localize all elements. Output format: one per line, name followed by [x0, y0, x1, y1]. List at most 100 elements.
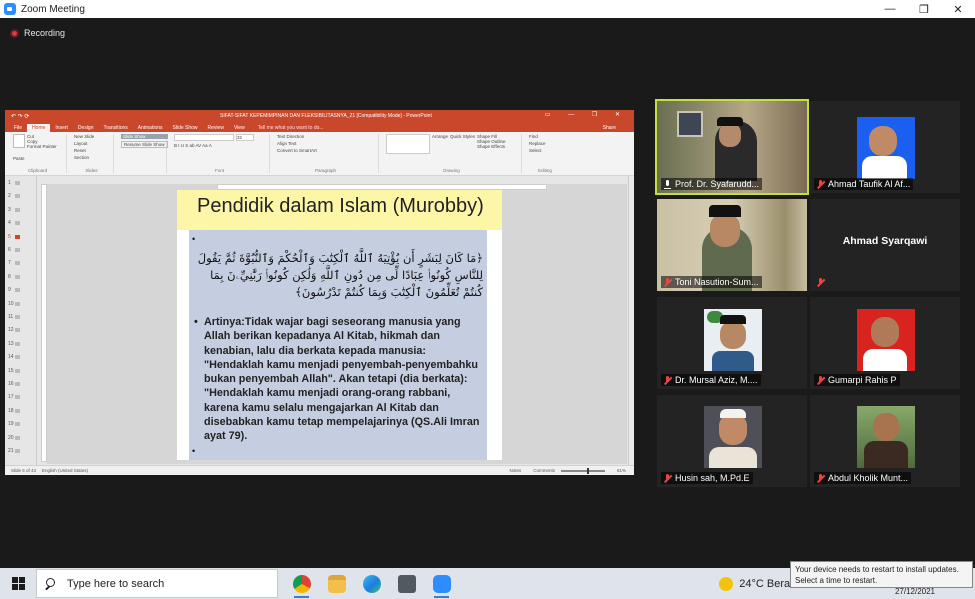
slide-show-button[interactable]: Slide Show [121, 134, 168, 139]
language-indicator[interactable]: English (United States) [42, 468, 88, 473]
participant-tile[interactable]: Ahmad Taufik Al Af... [810, 101, 960, 193]
slide-thumbnail[interactable] [15, 449, 20, 453]
participant-tile[interactable]: Ahmad Syarqawi [810, 199, 960, 291]
zoom-level[interactable]: 61% [617, 468, 626, 473]
tab-insert[interactable]: Insert [50, 124, 73, 132]
minimize-button[interactable]: — [873, 0, 907, 18]
tab-transitions[interactable]: Transitions [99, 124, 133, 132]
slide-thumbnail-number[interactable]: 1 [8, 180, 11, 186]
slide-thumbnail-number[interactable]: 6 [8, 247, 11, 253]
slide-thumbnail[interactable] [15, 395, 20, 400]
participant-tile[interactable]: Prof. Dr. Syafarudd... [655, 99, 809, 195]
recording-indicator[interactable]: Recording [10, 28, 65, 38]
slide-thumbnail-number[interactable]: 10 [8, 301, 14, 307]
tell-me-search[interactable]: Tell me what you want to do... [258, 125, 324, 132]
zoom-taskbar-button[interactable] [424, 568, 459, 599]
slide-thumbnail-number[interactable]: 4 [8, 220, 11, 226]
slide-thumbnail[interactable] [15, 207, 20, 212]
tab-animations[interactable]: Animations [133, 124, 168, 132]
slide-thumbnail-number[interactable]: 19 [8, 421, 14, 427]
text-direction-button[interactable]: Text Direction [277, 134, 374, 139]
update-restart-notification[interactable]: Your device needs to restart to install … [790, 561, 973, 588]
file-explorer-taskbar-button[interactable] [319, 568, 354, 599]
replace-button[interactable]: Replace [529, 141, 561, 146]
font-size-box[interactable]: 32 [236, 134, 254, 141]
slide-thumbnail[interactable] [15, 408, 20, 413]
slide-thumbnail-number[interactable]: 20 [8, 435, 14, 441]
slide-thumbnail-number[interactable]: 12 [8, 327, 14, 333]
font-name-box[interactable] [174, 134, 234, 141]
ppt-quick-access-toolbar[interactable]: ↶ ↷ ⟳ [11, 113, 29, 120]
paste-label[interactable]: Paste [13, 156, 62, 161]
chrome-taskbar-button[interactable] [284, 568, 319, 599]
slide-thumbnail[interactable] [15, 274, 20, 279]
slide-thumbnail-number[interactable]: 14 [8, 354, 14, 360]
slide-thumbnail[interactable] [15, 315, 20, 319]
participant-tile[interactable]: Husin sah, M.Pd.E [657, 395, 807, 487]
tab-design[interactable]: Design [73, 124, 99, 132]
restore-button[interactable]: ❐ [907, 0, 941, 18]
close-button[interactable]: ✕ [941, 0, 975, 18]
share-button[interactable]: Share [603, 125, 616, 132]
slide-thumbnail-number[interactable]: 2 [8, 193, 11, 199]
arrange-button[interactable]: Arrange [432, 134, 448, 154]
slide-thumbnail-number[interactable]: 17 [8, 394, 14, 400]
tab-slide-show[interactable]: Slide Show [168, 124, 203, 132]
slide-thumbnail-number[interactable]: 8 [8, 274, 11, 280]
slide-thumbnail-number[interactable]: 13 [8, 341, 14, 347]
slide-title[interactable]: Pendidik dalam Islam (Murobby) [197, 195, 484, 218]
font-format-buttons[interactable]: B I U S ab AV Aa A [174, 143, 212, 148]
slide-thumbnail[interactable] [15, 221, 20, 226]
quick-styles-button[interactable]: Quick Styles [450, 134, 475, 154]
slide-thumbnail[interactable] [15, 341, 20, 346]
notes-button[interactable]: Notes [509, 468, 521, 473]
participant-tile[interactable]: Dr. Mursal Aziz, M.... [657, 297, 807, 389]
slide-thumbnail[interactable] [15, 435, 20, 440]
taskbar-date[interactable]: 27/12/2021 [895, 587, 935, 596]
select-button[interactable]: Select [529, 148, 561, 153]
paste-icon[interactable] [13, 134, 25, 148]
section-button[interactable]: Section [74, 155, 109, 160]
participant-tile[interactable]: Abdul Kholik Munt... [810, 395, 960, 487]
start-button[interactable] [0, 568, 36, 599]
comments-button[interactable]: Comments [533, 468, 555, 473]
format-painter-button[interactable]: Format Painter [27, 144, 57, 149]
slide-thumbnail-number[interactable]: 15 [8, 368, 14, 374]
slide-thumbnail[interactable] [15, 194, 20, 199]
align-text-button[interactable]: Align Text [277, 141, 374, 146]
slide-thumbnail[interactable] [15, 248, 20, 252]
taskbar-search[interactable]: Type here to search [36, 569, 278, 598]
edge-taskbar-button[interactable] [354, 568, 389, 599]
slide-thumbnail[interactable] [15, 382, 20, 386]
slide-thumbnail-number[interactable]: 16 [8, 381, 14, 387]
slide-thumbnail[interactable] [15, 234, 20, 239]
tab-review[interactable]: Review [203, 124, 229, 132]
slide-thumbnail-pane[interactable]: 1 2 3 4 5 6 7 8 9 10 11 12 13 14 15 16 17 18 19 20 21 [5, 176, 37, 465]
slide-thumbnail[interactable] [15, 301, 20, 306]
slide-thumbnail-number[interactable]: 21 [8, 448, 14, 454]
slide-thumbnail-number[interactable]: 3 [8, 207, 11, 213]
slide-content-box[interactable]: • ﴿مَا كَانَ لِبَشَرٍ أَن يُؤْتِيَهُ ٱلل… [189, 230, 487, 460]
slide-thumbnail-number[interactable]: 9 [8, 287, 11, 293]
current-slide[interactable]: Pendidik dalam Islam (Murobby) • ﴿مَا كَ… [177, 190, 502, 460]
slide-thumbnail-number[interactable]: 18 [8, 408, 14, 414]
ppt-window-controls[interactable]: ▭ — ❐ ✕ [545, 111, 628, 118]
vertical-scrollbar[interactable] [628, 176, 634, 465]
shape-effects-button[interactable]: Shape Effects [477, 144, 506, 149]
resume-slide-show-button[interactable]: Resume Slide Show [121, 141, 168, 148]
reset-button[interactable]: Reset [74, 148, 109, 153]
tab-file[interactable]: File [9, 124, 27, 132]
slide-thumbnail[interactable] [15, 368, 20, 373]
participant-tile[interactable]: Gumarpi Rahis P [810, 297, 960, 389]
slide-thumbnail[interactable] [15, 328, 20, 333]
zoom-slider[interactable] [560, 467, 605, 474]
participant-tile[interactable]: Toni Nasution-Sum... [657, 199, 807, 291]
convert-smartart-button[interactable]: Convert to SmartArt [277, 148, 374, 153]
tab-home[interactable]: Home [27, 124, 51, 132]
slide-thumbnail[interactable] [15, 355, 20, 360]
new-slide-button[interactable]: New Slide [74, 134, 109, 139]
shapes-gallery[interactable] [386, 134, 430, 154]
slide-thumbnail[interactable] [15, 288, 20, 293]
slide-thumbnail[interactable] [15, 261, 20, 266]
slide-thumbnail-number[interactable]: 11 [8, 314, 13, 320]
